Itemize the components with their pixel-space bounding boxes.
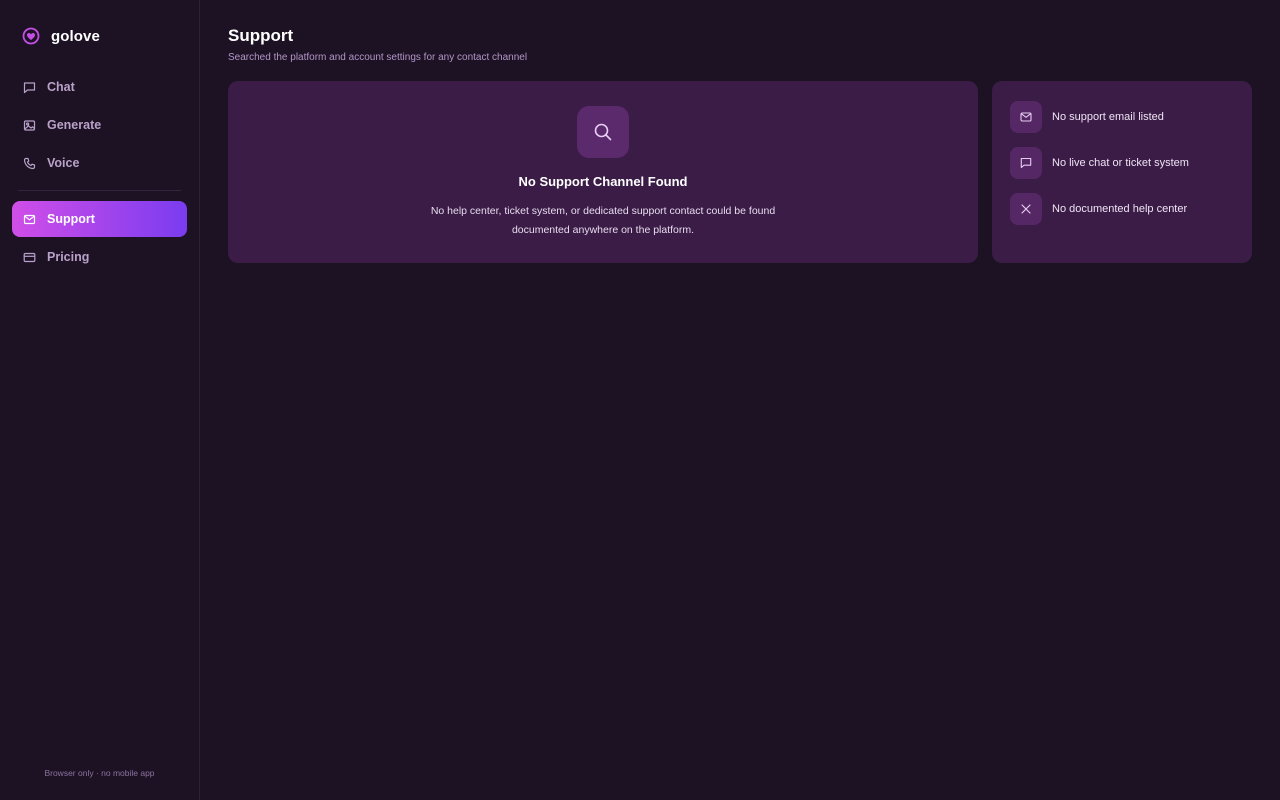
list-item: No documented help center — [1010, 193, 1234, 225]
image-icon — [23, 119, 36, 132]
chat-icon — [1010, 147, 1042, 179]
phone-icon — [23, 157, 36, 170]
heart-icon — [22, 27, 40, 45]
main-content: Support Searched the platform and accoun… — [200, 0, 1280, 800]
sidebar-item-pricing[interactable]: Pricing — [12, 239, 187, 275]
page-title: Support — [228, 26, 294, 45]
chat-icon — [23, 81, 36, 94]
empty-state-card: No Support Channel Found No help center,… — [228, 81, 978, 263]
brand-name: golove — [51, 27, 100, 45]
sidebar-item-label: Pricing — [47, 250, 90, 264]
cards-row: No Support Channel Found No help center,… — [228, 81, 1252, 263]
status-label: No support email listed — [1052, 111, 1164, 123]
search-icon — [577, 106, 629, 158]
status-label: No live chat or ticket system — [1052, 157, 1189, 169]
list-item: No live chat or ticket system — [1010, 147, 1234, 179]
empty-state-title: No Support Channel Found — [518, 174, 688, 189]
sidebar-item-generate[interactable]: Generate — [12, 107, 187, 143]
card-icon — [23, 251, 36, 264]
sidebar-item-chat[interactable]: Chat — [12, 69, 187, 105]
mail-icon — [23, 213, 36, 226]
mail-icon — [1010, 101, 1042, 133]
app-root: golove Chat Generate Voice Support Prici… — [0, 0, 1280, 800]
sidebar-item-label: Voice — [47, 156, 80, 170]
sidebar-item-support[interactable]: Support — [12, 201, 187, 237]
close-icon — [1010, 193, 1042, 225]
page-subtitle: Searched the platform and account settin… — [228, 52, 528, 63]
sidebar-item-label: Generate — [47, 118, 102, 132]
sidebar-item-label: Chat — [47, 80, 75, 94]
sidebar-footer-note: Browser only · no mobile app — [44, 768, 155, 778]
sidebar-nav: Chat Generate Voice Support Pricing — [12, 69, 187, 275]
status-label: No documented help center — [1052, 203, 1188, 215]
sidebar-item-label: Support — [47, 212, 95, 226]
sidebar: golove Chat Generate Voice Support Prici… — [0, 0, 200, 800]
nav-divider — [18, 190, 181, 191]
status-list-card: No support email listed No live chat or … — [992, 81, 1252, 263]
list-item: No support email listed — [1010, 101, 1234, 133]
brand[interactable]: golove — [12, 18, 187, 54]
sidebar-item-voice[interactable]: Voice — [12, 145, 187, 181]
empty-state-description: No help center, ticket system, or dedica… — [430, 205, 776, 236]
